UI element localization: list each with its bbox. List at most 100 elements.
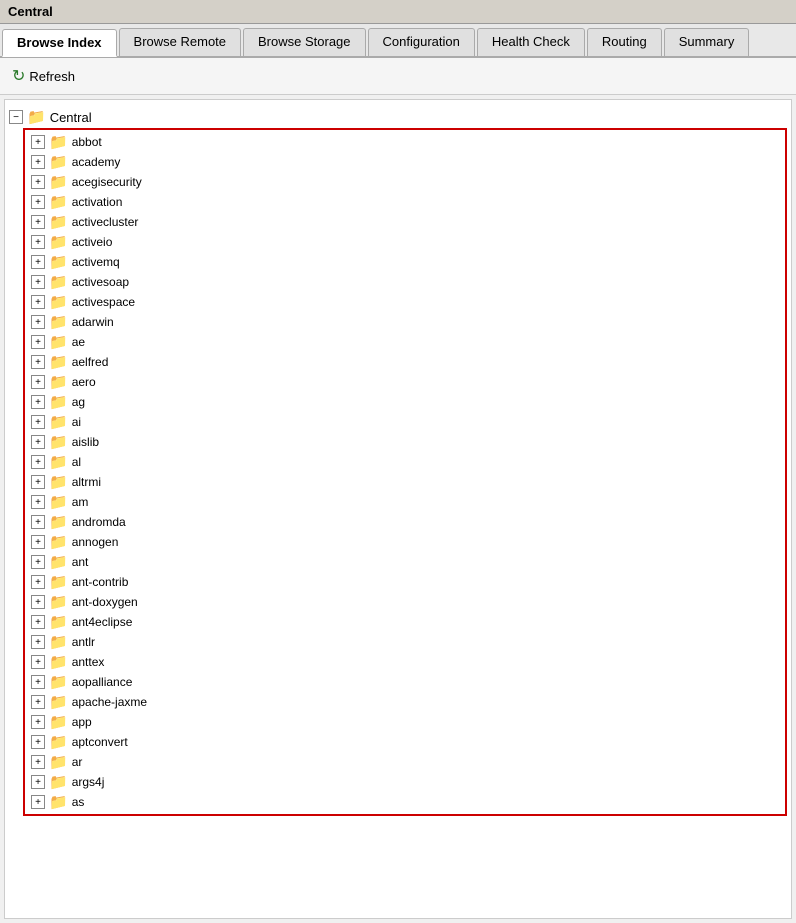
- tab-health-check[interactable]: Health Check: [477, 28, 585, 56]
- list-item[interactable]: +📁aopalliance: [29, 672, 781, 692]
- list-item[interactable]: +📁academy: [29, 152, 781, 172]
- item-label: andromda: [72, 515, 126, 529]
- list-item[interactable]: +📁acegisecurity: [29, 172, 781, 192]
- tab-browse-storage[interactable]: Browse Storage: [243, 28, 366, 56]
- list-item[interactable]: +📁annogen: [29, 532, 781, 552]
- expand-icon[interactable]: +: [31, 295, 45, 309]
- expand-icon[interactable]: +: [31, 455, 45, 469]
- item-label: aptconvert: [72, 735, 128, 749]
- list-item[interactable]: +📁ant4eclipse: [29, 612, 781, 632]
- list-item[interactable]: +📁ant-contrib: [29, 572, 781, 592]
- expand-icon[interactable]: +: [31, 355, 45, 369]
- list-item[interactable]: + 📁 activespace: [29, 292, 781, 312]
- list-item[interactable]: +📁adarwin: [29, 312, 781, 332]
- expand-icon[interactable]: +: [31, 555, 45, 569]
- root-expand-icon[interactable]: −: [9, 110, 23, 124]
- item-label: ae: [72, 335, 85, 349]
- tab-configuration[interactable]: Configuration: [368, 28, 475, 56]
- folder-icon: 📁: [49, 513, 68, 531]
- expand-icon[interactable]: +: [31, 435, 45, 449]
- expand-icon[interactable]: +: [31, 695, 45, 709]
- list-item[interactable]: +📁ae: [29, 332, 781, 352]
- expand-icon[interactable]: +: [31, 795, 45, 809]
- expand-icon[interactable]: +: [31, 715, 45, 729]
- list-item[interactable]: +📁as: [29, 792, 781, 812]
- list-item[interactable]: +📁activemq: [29, 252, 781, 272]
- expand-icon[interactable]: +: [31, 375, 45, 389]
- tab-summary[interactable]: Summary: [664, 28, 750, 56]
- tab-browse-index[interactable]: Browse Index: [2, 29, 117, 57]
- expand-icon[interactable]: +: [31, 475, 45, 489]
- folder-icon: 📁: [49, 293, 68, 311]
- folder-icon: 📁: [49, 253, 68, 271]
- expand-icon[interactable]: +: [31, 175, 45, 189]
- list-item[interactable]: +📁activesoap: [29, 272, 781, 292]
- folder-icon: 📁: [49, 493, 68, 511]
- folder-icon: 📁: [49, 573, 68, 591]
- item-label: adarwin: [72, 315, 114, 329]
- expand-icon[interactable]: +: [31, 255, 45, 269]
- expand-icon[interactable]: +: [31, 415, 45, 429]
- list-item[interactable]: +📁ag: [29, 392, 781, 412]
- folder-icon: 📁: [49, 373, 68, 391]
- list-item[interactable]: +📁anttex: [29, 652, 781, 672]
- list-item[interactable]: +📁altrmi: [29, 472, 781, 492]
- expand-icon[interactable]: +: [31, 235, 45, 249]
- expand-icon[interactable]: +: [31, 515, 45, 529]
- tab-routing[interactable]: Routing: [587, 28, 662, 56]
- item-label: activeio: [72, 235, 113, 249]
- list-item[interactable]: +📁abbot: [29, 132, 781, 152]
- list-item[interactable]: +📁aelfred: [29, 352, 781, 372]
- expand-icon[interactable]: +: [31, 335, 45, 349]
- folder-icon: 📁: [49, 173, 68, 191]
- item-label: activespace: [72, 295, 135, 309]
- expand-icon[interactable]: +: [31, 535, 45, 549]
- expand-icon[interactable]: +: [31, 135, 45, 149]
- list-item[interactable]: +📁ant: [29, 552, 781, 572]
- expand-icon[interactable]: +: [31, 195, 45, 209]
- expand-icon[interactable]: +: [31, 755, 45, 769]
- expand-icon[interactable]: +: [31, 635, 45, 649]
- root-node[interactable]: − 📁 Central: [9, 106, 787, 128]
- list-item[interactable]: +📁activation: [29, 192, 781, 212]
- expand-icon[interactable]: +: [31, 395, 45, 409]
- expand-icon[interactable]: +: [31, 215, 45, 229]
- list-item[interactable]: +📁aislib: [29, 432, 781, 452]
- expand-icon[interactable]: +: [31, 275, 45, 289]
- expand-icon[interactable]: +: [31, 575, 45, 589]
- refresh-icon: ↻: [12, 66, 25, 86]
- list-item[interactable]: +📁al: [29, 452, 781, 472]
- refresh-button[interactable]: ↻ Refresh: [8, 64, 79, 88]
- root-label: Central: [50, 110, 92, 125]
- expand-icon[interactable]: +: [31, 735, 45, 749]
- expand-icon[interactable]: +: [31, 675, 45, 689]
- list-item[interactable]: + 📁 antlr: [29, 632, 781, 652]
- list-item[interactable]: +📁activecluster: [29, 212, 781, 232]
- expand-icon[interactable]: +: [31, 495, 45, 509]
- list-item[interactable]: +📁ant-doxygen: [29, 592, 781, 612]
- list-item[interactable]: + 📁 andromda: [29, 512, 781, 532]
- list-item[interactable]: +📁args4j: [29, 772, 781, 792]
- item-label: am: [72, 495, 89, 509]
- list-item[interactable]: +📁ar: [29, 752, 781, 772]
- list-item[interactable]: +📁app: [29, 712, 781, 732]
- expand-icon[interactable]: +: [31, 595, 45, 609]
- item-label: anttex: [72, 655, 105, 669]
- expand-icon[interactable]: +: [31, 775, 45, 789]
- folder-icon: 📁: [49, 773, 68, 791]
- list-item[interactable]: +📁aptconvert: [29, 732, 781, 752]
- folder-icon: 📁: [49, 633, 68, 651]
- expand-icon[interactable]: +: [31, 615, 45, 629]
- expand-icon[interactable]: +: [31, 655, 45, 669]
- list-item[interactable]: +📁aero: [29, 372, 781, 392]
- tab-browse-remote[interactable]: Browse Remote: [119, 28, 241, 56]
- item-label: as: [72, 795, 85, 809]
- item-label: antlr: [72, 635, 95, 649]
- expand-icon[interactable]: +: [31, 155, 45, 169]
- list-item[interactable]: +📁ai: [29, 412, 781, 432]
- folder-icon: 📁: [49, 753, 68, 771]
- list-item[interactable]: + 📁 am: [29, 492, 781, 512]
- list-item[interactable]: +📁activeio: [29, 232, 781, 252]
- expand-icon[interactable]: +: [31, 315, 45, 329]
- list-item[interactable]: +📁apache-jaxme: [29, 692, 781, 712]
